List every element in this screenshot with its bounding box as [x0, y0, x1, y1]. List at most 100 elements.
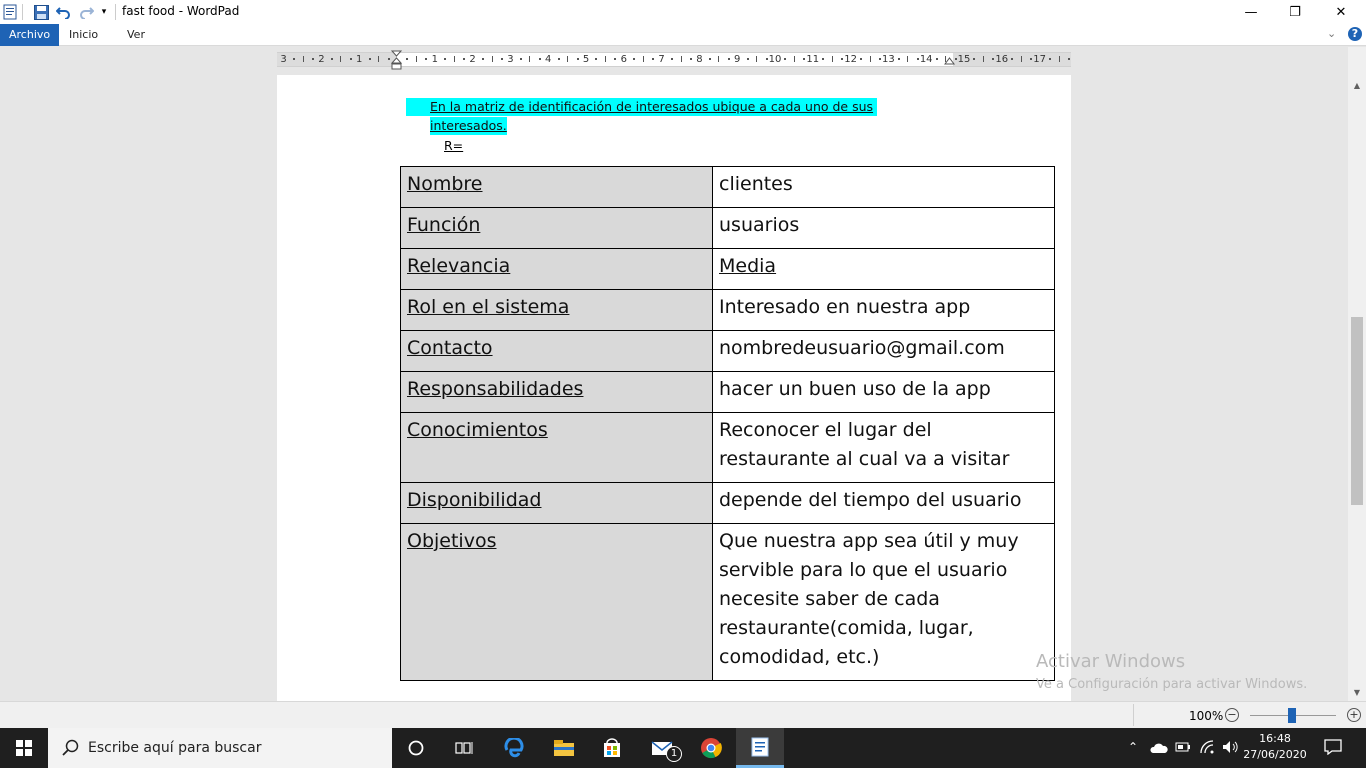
cortana-icon[interactable] — [392, 728, 440, 768]
close-button[interactable]: ✕ — [1318, 0, 1364, 24]
file-explorer-icon[interactable] — [540, 728, 588, 768]
maximize-button[interactable]: ❐ — [1272, 0, 1318, 24]
ruler-number: 6 — [620, 54, 627, 65]
ruler-number: 7 — [658, 54, 665, 65]
ruler-half-mark — [529, 56, 531, 62]
start-button[interactable] — [0, 728, 48, 768]
zoom-in-button[interactable]: + — [1347, 708, 1361, 722]
ruler-quarter-dot — [500, 58, 503, 60]
ruler-number: 16 — [995, 54, 1009, 65]
ruler-number: 2 — [469, 54, 476, 65]
volume-icon[interactable] — [1222, 740, 1240, 757]
row-value: clientes — [712, 166, 1055, 208]
row-key: Función — [400, 207, 713, 249]
ruler-quarter-dot — [463, 58, 466, 60]
scroll-up-icon[interactable]: ▲ — [1348, 77, 1366, 94]
ruler-quarter-dot — [482, 58, 485, 60]
task-view-icon[interactable] — [440, 728, 488, 768]
ruler-quarter-dot — [916, 58, 919, 60]
zoom-slider-thumb[interactable] — [1288, 708, 1296, 723]
ruler-half-mark — [907, 56, 909, 62]
bullet-text-line2: interesados. — [430, 117, 507, 135]
activation-watermark-text: Ve a Configuración para activar Windows. — [1036, 677, 1308, 692]
right-indent-marker-icon[interactable] — [944, 56, 955, 66]
chrome-icon[interactable] — [687, 728, 735, 768]
minimize-button[interactable]: — — [1228, 0, 1274, 24]
table-row: Función usuarios — [400, 207, 1055, 249]
ruler-quarter-dot — [860, 58, 863, 60]
row-key: Rol en el sistema — [400, 289, 713, 331]
scrollbar-thumb[interactable] — [1351, 317, 1363, 505]
row-value: usuarios — [712, 207, 1055, 249]
ruler-quarter-dot — [897, 58, 900, 60]
ruler-quarter-dot — [671, 58, 674, 60]
taskbar-clock[interactable]: 16:48 27/06/2020 — [1240, 731, 1310, 763]
notifications-icon[interactable] — [1324, 739, 1342, 758]
row-key: Relevancia — [400, 248, 713, 290]
activation-watermark-title: Activar Windows — [1036, 651, 1186, 672]
ruler-quarter-dot — [633, 58, 636, 60]
ruler-number: 14 — [919, 54, 933, 65]
ruler-half-mark — [604, 56, 606, 62]
collapse-ribbon-icon[interactable]: ⌄ — [1327, 27, 1336, 40]
tab-inicio[interactable]: Inicio — [60, 24, 107, 46]
zoom-out-button[interactable]: − — [1225, 708, 1239, 722]
ruler-quarter-dot — [765, 58, 768, 60]
customize-qat-icon[interactable]: ▾ — [98, 3, 110, 21]
ruler-half-mark — [340, 56, 342, 62]
row-value: Media — [712, 248, 1055, 290]
ruler-quarter-dot — [330, 58, 333, 60]
window-title: fast food - WordPad — [122, 4, 240, 18]
vertical-scrollbar[interactable]: ▲ ▼ — [1348, 47, 1366, 701]
table-row: Responsabilidades hacer un buen uso de l… — [400, 371, 1055, 413]
undo-icon[interactable] — [54, 3, 72, 21]
document-page[interactable]: En la matriz de identificación de intere… — [277, 75, 1071, 701]
save-icon[interactable] — [32, 3, 50, 21]
redo-icon[interactable] — [77, 3, 95, 21]
ruler-quarter-dot — [746, 58, 749, 60]
ruler-half-mark — [642, 56, 644, 62]
ruler-half-mark — [1058, 56, 1060, 62]
tab-archivo[interactable]: Archivo — [0, 24, 60, 46]
search-placeholder: Escribe aquí para buscar — [88, 740, 262, 756]
onedrive-icon[interactable] — [1150, 742, 1168, 757]
ruler-quarter-dot — [1067, 58, 1070, 60]
wordpad-app-icon[interactable] — [2, 3, 18, 21]
ruler-half-mark — [982, 56, 984, 62]
indent-marker-icon[interactable] — [391, 50, 402, 72]
stakeholder-matrix-table: Nombre clientes Función usuarios Relevan… — [400, 166, 1055, 681]
store-icon[interactable] — [588, 728, 636, 768]
ruler-half-mark — [680, 56, 682, 62]
clock-date: 27/06/2020 — [1243, 748, 1307, 761]
taskbar-search-box[interactable]: Escribe aquí para buscar — [48, 728, 392, 768]
title-bar: ▾ fast food - WordPad — ❐ ✕ — [0, 0, 1366, 24]
mail-icon[interactable]: 1 — [638, 728, 686, 768]
ruler-number: 11 — [806, 54, 820, 65]
wordpad-taskbar-icon[interactable] — [736, 728, 784, 768]
scroll-down-icon[interactable]: ▼ — [1348, 684, 1366, 701]
ruler-half-mark — [302, 56, 304, 62]
help-icon[interactable]: ? — [1348, 27, 1362, 41]
ruler-quarter-dot — [368, 58, 371, 60]
ruler-quarter-dot — [992, 58, 995, 60]
ruler-half-mark — [756, 56, 758, 62]
ruler-number: 5 — [582, 54, 590, 65]
ruler-number: 3 — [507, 54, 514, 65]
ruler-half-mark — [415, 56, 417, 62]
ruler-half-mark — [491, 56, 493, 62]
wifi-icon[interactable] — [1200, 740, 1216, 757]
ruler-quarter-dot — [1049, 58, 1052, 60]
ruler-number: 10 — [768, 54, 782, 65]
ruler-quarter-dot — [538, 58, 541, 60]
ribbon-tabs: Archivo Inicio Ver ⌄ ? — [0, 24, 1366, 46]
ruler-quarter-dot — [576, 58, 579, 60]
edge-icon[interactable] — [490, 728, 538, 768]
title-divider — [115, 4, 116, 20]
tray-chevron-icon[interactable]: ⌃ — [1128, 740, 1138, 754]
tab-ver[interactable]: Ver — [118, 24, 154, 46]
table-row: Rol en el sistema Interesado en nuestra … — [400, 289, 1055, 331]
ruler-half-mark — [718, 56, 720, 62]
status-divider — [1133, 704, 1134, 726]
ruler-quarter-dot — [519, 58, 522, 60]
battery-icon[interactable] — [1175, 741, 1191, 756]
